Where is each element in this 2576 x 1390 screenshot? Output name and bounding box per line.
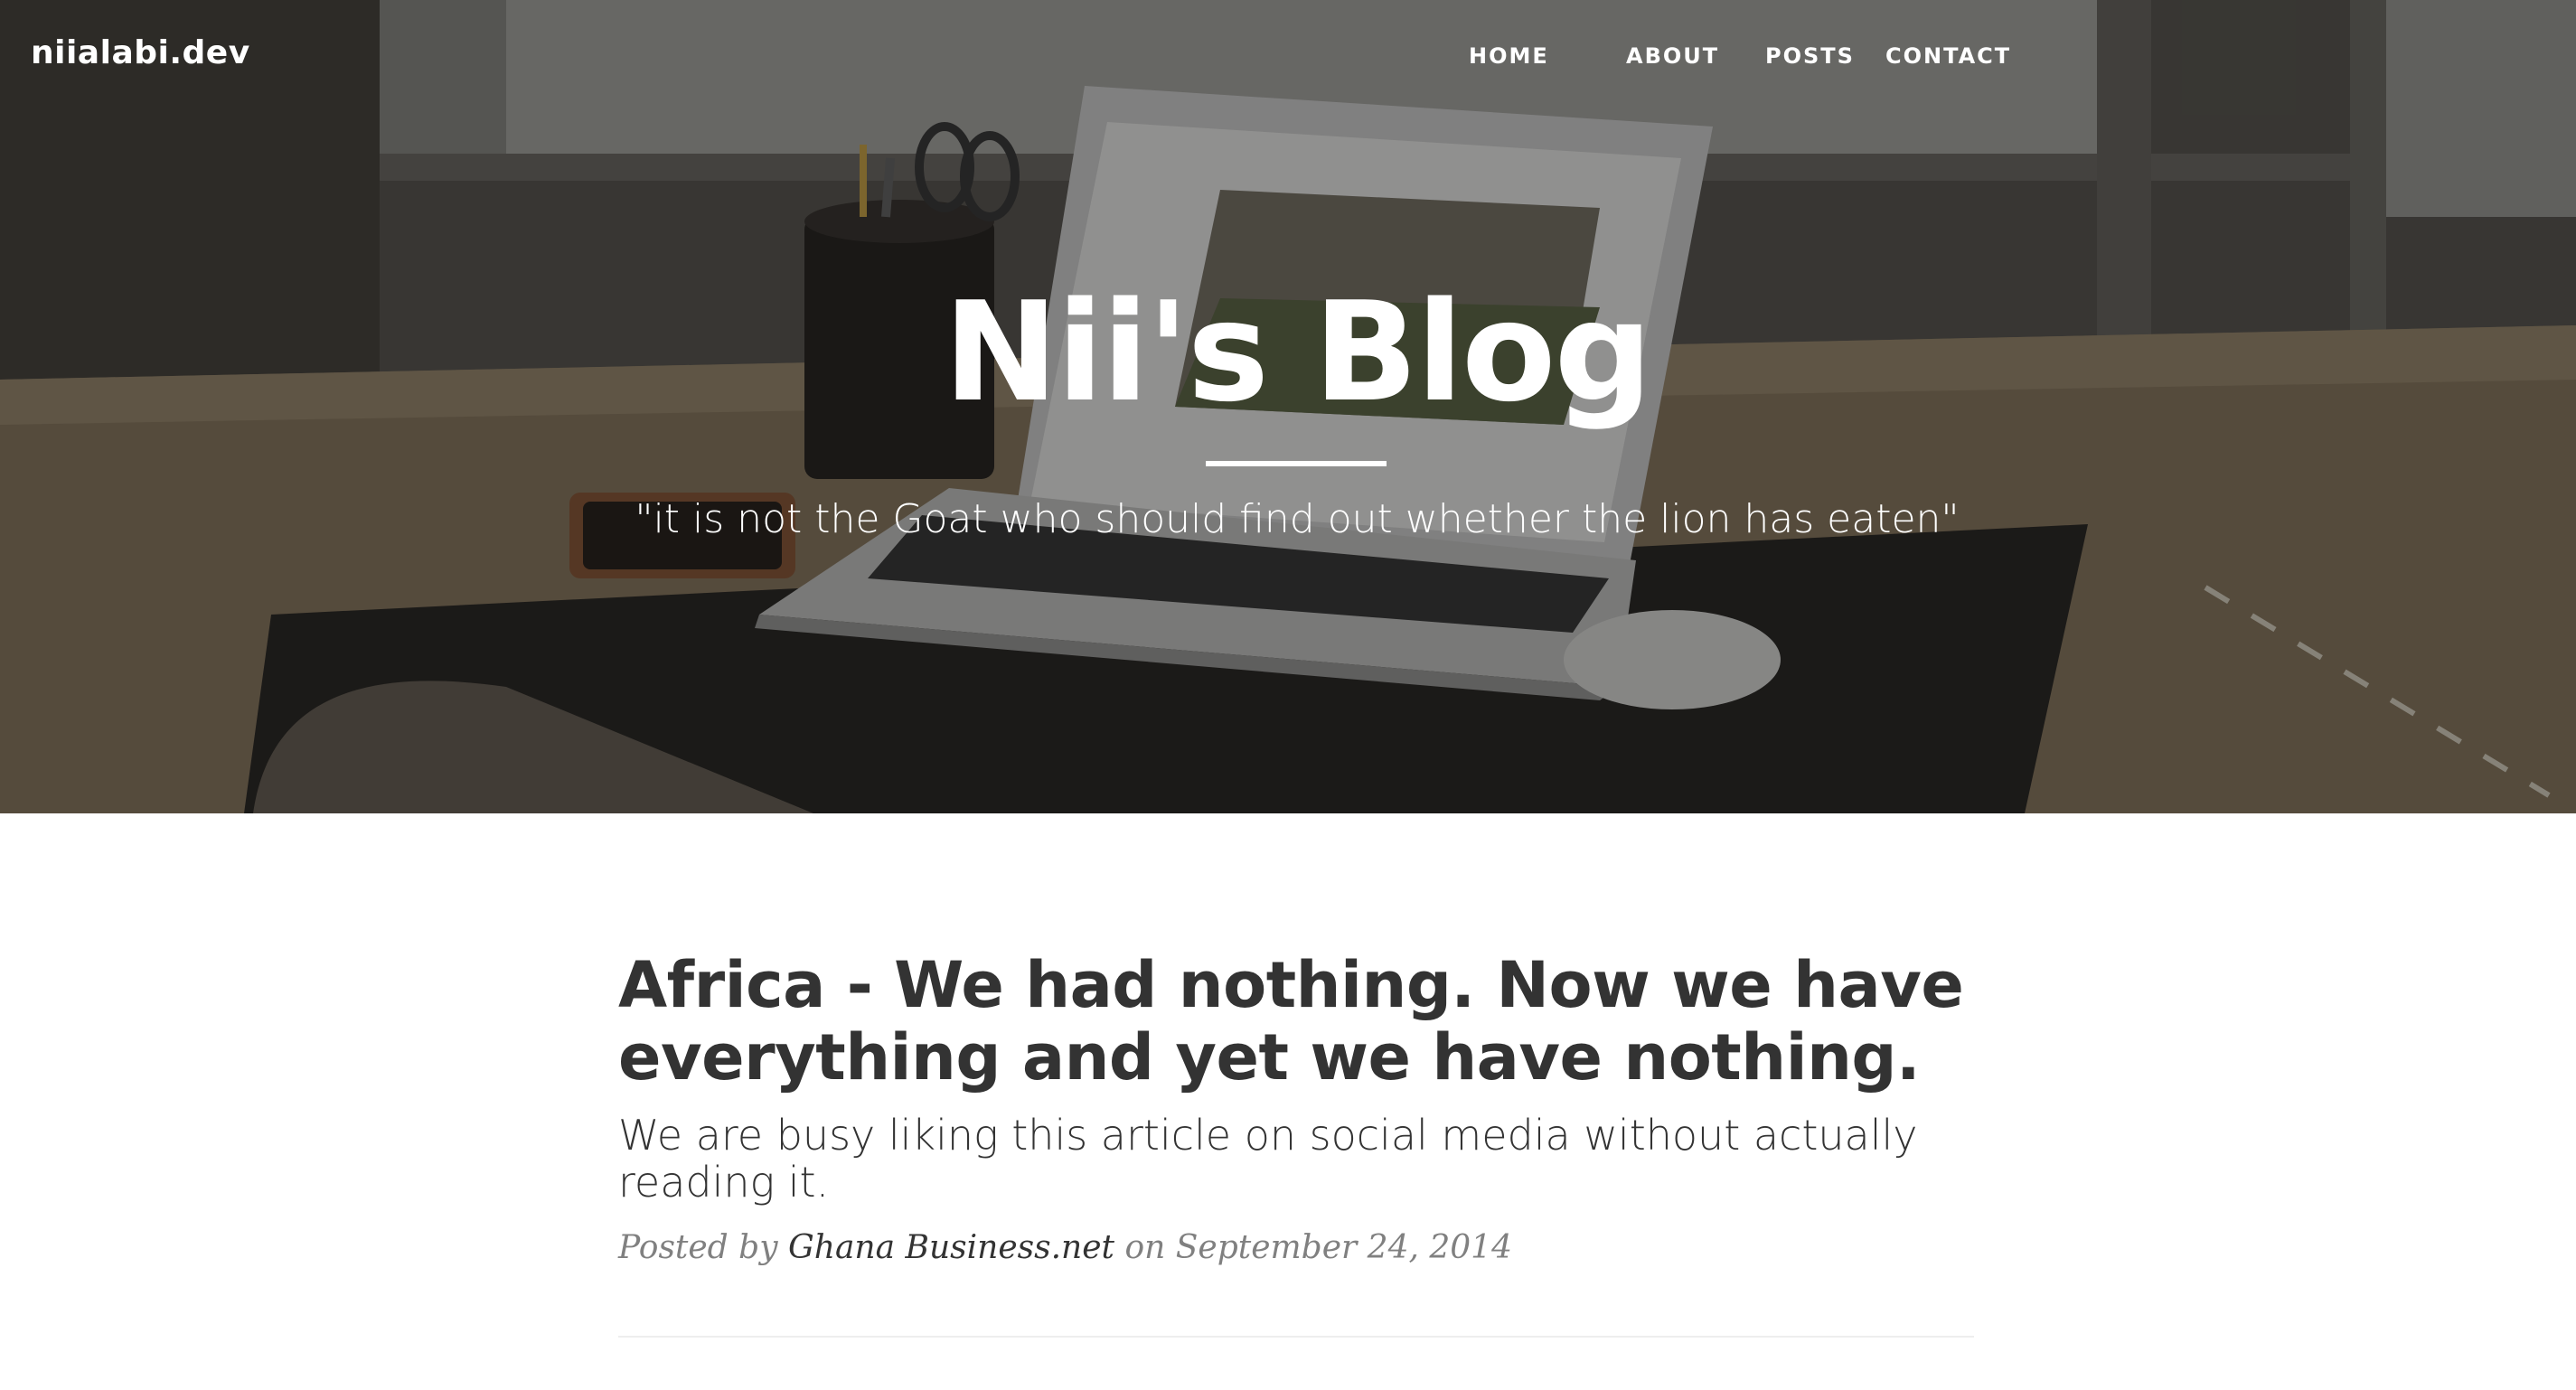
hero-header: niialabi.dev HOME ABOUT POSTS CONTACT Ni…	[0, 0, 2576, 813]
post-title-link[interactable]: Africa - We had nothing. Now we have eve…	[618, 949, 1974, 1094]
nav-home-link[interactable]: HOME	[1469, 43, 1549, 69]
nav-about-link[interactable]: ABOUT	[1626, 43, 1719, 69]
post-author-link[interactable]: Ghana Business.net	[788, 1229, 1114, 1266]
post-divider	[618, 1336, 1974, 1338]
post-preview: Africa - We had nothing. Now we have eve…	[618, 949, 1974, 1269]
main-nav: HOME ABOUT POSTS CONTACT	[1469, 43, 2576, 80]
title-divider	[1206, 461, 1387, 466]
brand-logo-link[interactable]: niialabi.dev	[31, 34, 250, 71]
nav-posts-link[interactable]: POSTS	[1765, 43, 1855, 69]
post-meta-on: on	[1124, 1229, 1166, 1266]
site-title: Nii's Blog	[943, 272, 1653, 432]
post-subtitle-link[interactable]: We are busy liking this article on socia…	[618, 1112, 1974, 1206]
nav-contact-link[interactable]: CONTACT	[1885, 43, 2011, 69]
post-meta-prefix: Posted by	[618, 1229, 778, 1266]
site-subheading: "it is not the Goat who should find out …	[635, 496, 1960, 542]
post-meta: Posted by Ghana Business.net on Septembe…	[618, 1227, 1974, 1269]
post-date: September 24, 2014	[1175, 1229, 1512, 1266]
